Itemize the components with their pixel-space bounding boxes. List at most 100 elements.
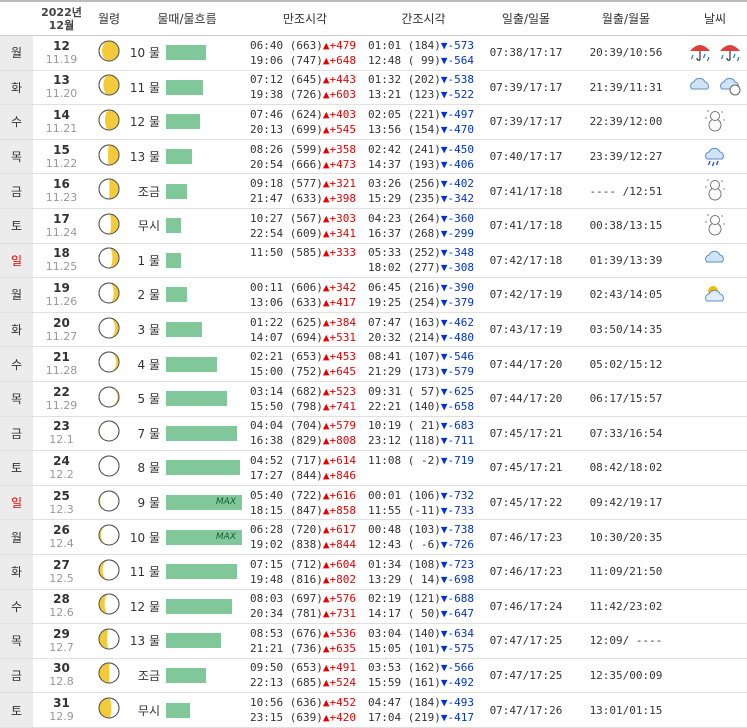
solar-day: 29 — [53, 626, 70, 641]
date-cell: 16 11.23 — [33, 173, 90, 209]
fall-arrow-icon: ▼ — [440, 538, 448, 552]
tide-level: (277) — [407, 261, 441, 275]
weekday-cell: 토 — [0, 692, 33, 728]
mulddae-label: 무시 — [137, 219, 160, 234]
tide-time: 05:33 — [368, 246, 402, 260]
low-tide-entry: 02:42 (241)▼-450 — [368, 142, 483, 157]
moon-phase-cell — [90, 692, 128, 728]
mulddae-label: 8 물 — [137, 461, 161, 476]
tide-time: 19:48 — [250, 572, 284, 586]
tide-level: (676) — [289, 626, 323, 640]
lunar-date: 11.26 — [45, 294, 78, 308]
tide-time: 21:21 — [250, 641, 284, 655]
moon-phase-cell — [90, 589, 128, 625]
waning-crescent-icon — [97, 281, 121, 309]
rise-arrow-icon: ▲ — [322, 557, 330, 571]
high-tide-entry: 22:13 (685)▲+524 — [250, 675, 364, 690]
fall-arrow-icon: ▼ — [440, 503, 448, 517]
weather-cell — [683, 450, 747, 486]
fall-arrow-icon: ▼ — [440, 453, 448, 467]
lunar-date: 11.28 — [45, 364, 78, 378]
fall-arrow-icon: ▼ — [440, 211, 448, 225]
tide-time: 08:41 — [368, 350, 402, 364]
tide-time: 02:05 — [368, 107, 402, 121]
weekday-cell: 일 — [0, 243, 33, 279]
moonrise-moonset-cell: 12:35/00:09 — [569, 658, 683, 694]
tide-diff: +531 — [329, 330, 357, 344]
low-tide-entry: 11:08 ( -2)▼-719 — [368, 453, 483, 468]
tide-flow-cell: 조금 — [128, 658, 246, 694]
solar-day: 22 — [53, 384, 70, 399]
fall-arrow-icon: ▼ — [440, 261, 448, 275]
weekday-cell: 월 — [0, 519, 33, 555]
fall-arrow-icon: ▼ — [440, 246, 448, 260]
tide-level: (268) — [407, 226, 441, 240]
low-tide-entry: 03:26 (256)▼-402 — [368, 176, 483, 191]
lunar-date: 11.22 — [45, 156, 78, 170]
tide-time: 19:02 — [250, 538, 284, 552]
tide-diff: +524 — [329, 676, 357, 690]
table-row: 화 20 11.27 3 물 01:22 (625)▲+384 14:07 (694)▲+… — [0, 312, 747, 348]
fall-arrow-icon: ▼ — [440, 88, 448, 102]
tide-diff: -417 — [447, 711, 475, 725]
solar-day: 12 — [53, 38, 70, 53]
solar-day: 20 — [53, 315, 70, 330]
tide-level: ( -2) — [407, 453, 441, 467]
rise-arrow-icon: ▲ — [322, 503, 330, 517]
header-weather: 날씨 — [683, 0, 747, 36]
lunar-date: 12.6 — [49, 606, 74, 620]
rise-arrow-icon: ▲ — [322, 453, 330, 467]
weekday-cell: 월 — [0, 35, 33, 71]
tide-diff: +645 — [329, 365, 357, 379]
fall-arrow-icon: ▼ — [440, 53, 448, 67]
tide-diff: +802 — [329, 572, 357, 586]
tide-time: 01:01 — [368, 38, 402, 52]
moon-phase-cell — [90, 208, 128, 244]
weekday-cell: 금 — [0, 416, 33, 452]
low-tide-cell: 03:53 (162)▼-566 15:59 (161)▼-492 — [364, 658, 483, 694]
tide-level: (107) — [407, 350, 441, 364]
tide-diff: -462 — [447, 315, 475, 329]
lunar-date: 12.2 — [49, 467, 74, 481]
tide-time: 19:06 — [250, 53, 284, 67]
high-tide-entry: 20:54 (666)▲+473 — [250, 157, 364, 172]
fall-arrow-icon: ▼ — [440, 572, 448, 586]
tide-level: (682) — [289, 384, 323, 398]
cloud-snow-icon — [717, 73, 743, 101]
tide-diff: -492 — [447, 676, 475, 690]
weekday-cell: 수 — [0, 589, 33, 625]
solar-day: 25 — [53, 488, 70, 503]
tide-diff: -493 — [447, 696, 475, 710]
tide-level: (252) — [407, 246, 441, 260]
header-high-tide: 만조시각 — [246, 0, 364, 36]
table-row: 일 18 11.25 1 물 11:50 (585)▲+333 05:33 (252)▼… — [0, 243, 747, 279]
tide-time: 22:54 — [250, 226, 284, 240]
tide-time: 00:11 — [250, 280, 284, 294]
date-cell: 13 11.20 — [33, 70, 90, 106]
high-tide-cell: 02:21 (653)▲+453 15:00 (752)▲+645 — [246, 346, 364, 382]
tide-diff: +420 — [329, 711, 357, 725]
tide-time: 15:59 — [368, 676, 402, 690]
lunar-date: 12.7 — [49, 640, 74, 654]
tide-diff: -538 — [447, 73, 475, 87]
fall-arrow-icon: ▼ — [440, 523, 448, 537]
weather-cell — [683, 692, 747, 728]
tide-level: ( -6) — [407, 538, 441, 552]
low-tide-entry: 18:02 (277)▼-308 — [368, 260, 483, 275]
tide-flow-bar — [166, 702, 190, 718]
tide-level: (717) — [289, 453, 323, 467]
tide-time: 13:06 — [250, 295, 284, 309]
lunar-date: 11.20 — [45, 87, 78, 101]
solar-day: 28 — [53, 592, 70, 607]
moon-phase-cell — [90, 277, 128, 313]
low-tide-entry: 13:56 (154)▼-470 — [368, 122, 483, 137]
tide-level: (704) — [289, 419, 323, 433]
tide-diff: +648 — [329, 53, 357, 67]
low-tide-entry: 09:31 ( 57)▼-625 — [368, 384, 483, 399]
rise-arrow-icon: ▲ — [322, 177, 330, 191]
tide-time: 10:19 — [368, 419, 402, 433]
sunrise-sunset-cell: 07:45/17:21 — [483, 450, 569, 486]
waning-crescent-icon — [97, 385, 121, 413]
mulddae-label: 11 물 — [129, 565, 160, 580]
fall-arrow-icon: ▼ — [440, 626, 448, 640]
